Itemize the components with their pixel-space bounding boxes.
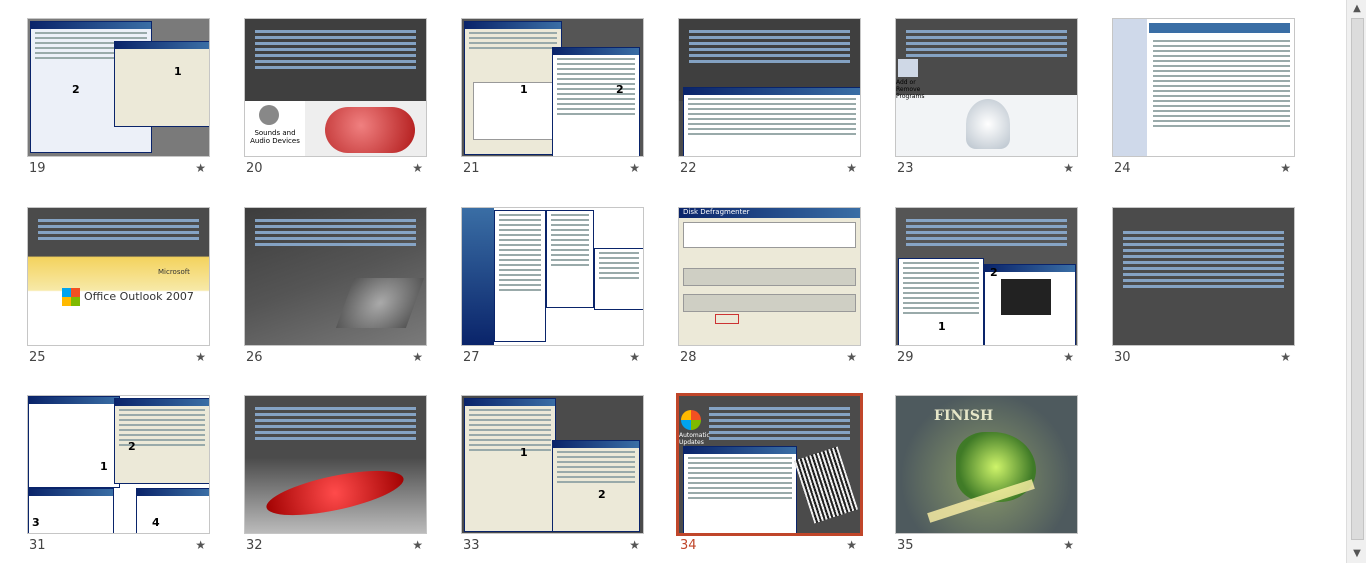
slide-24[interactable]: 24 ★ xyxy=(1112,18,1295,178)
star-icon: ★ xyxy=(412,538,423,552)
slide-number: 25 xyxy=(29,350,46,365)
slide-thumbnail[interactable] xyxy=(1112,18,1295,157)
slide-number: 24 xyxy=(1114,161,1131,176)
star-icon: ★ xyxy=(1063,350,1074,364)
slide-thumbnail[interactable] xyxy=(678,18,861,157)
slide-sorter-grid: 2 1 19 ★ Sounds and Audio Devices 20 ★ 1… xyxy=(0,0,1346,563)
slide-thumbnail[interactable]: Sounds and Audio Devices xyxy=(244,18,427,157)
slide-number: 26 xyxy=(246,350,263,365)
defrag-title: Disk Defragmenter xyxy=(683,208,750,216)
sound-devices-label: Sounds and Audio Devices xyxy=(250,129,300,145)
star-icon: ★ xyxy=(846,350,857,364)
slide-thumbnail[interactable]: 1 2 xyxy=(895,207,1078,346)
slide-thumbnail[interactable]: 1 2 3 4 xyxy=(27,395,210,534)
slide-number: 20 xyxy=(246,161,263,176)
star-icon: ★ xyxy=(412,161,423,175)
star-icon: ★ xyxy=(1063,538,1074,552)
slide-thumbnail[interactable]: Disk Defragmenter xyxy=(678,207,861,346)
slide-thumbnail[interactable]: Add or Remove Programs xyxy=(895,18,1078,157)
slide-27[interactable]: 27 ★ xyxy=(461,207,644,367)
star-icon: ★ xyxy=(195,161,206,175)
office-outlook-label: Office Outlook 2007 xyxy=(84,290,194,303)
star-icon: ★ xyxy=(1280,161,1291,175)
slide-thumbnail[interactable]: 1 2 xyxy=(461,18,644,157)
star-icon: ★ xyxy=(846,538,857,552)
slide-thumbnail[interactable] xyxy=(244,395,427,534)
slide-number: 27 xyxy=(463,350,480,365)
slide-number: 30 xyxy=(1114,350,1131,365)
slide-thumbnail[interactable] xyxy=(244,207,427,346)
star-icon: ★ xyxy=(846,161,857,175)
finish-title: FINISH xyxy=(934,408,994,424)
slide-26[interactable]: 26 ★ xyxy=(244,207,427,367)
slide-thumbnail[interactable]: 1 2 xyxy=(461,395,644,534)
slide-35[interactable]: FINISH 35 ★ xyxy=(895,395,1078,555)
slide-34[interactable]: Automatic Updates 34 ★ xyxy=(676,393,863,555)
slide-thumbnail[interactable]: Automatic Updates xyxy=(676,393,863,536)
slide-thumbnail[interactable] xyxy=(461,207,644,346)
slide-32[interactable]: 32 ★ xyxy=(244,395,427,555)
slide-number: 33 xyxy=(463,538,480,553)
slide-33[interactable]: 1 2 33 ★ xyxy=(461,395,644,555)
slide-28[interactable]: Disk Defragmenter 28 ★ xyxy=(678,207,861,367)
slide-number: 23 xyxy=(897,161,914,176)
slide-29[interactable]: 1 2 29 ★ xyxy=(895,207,1078,367)
microsoft-label: Microsoft xyxy=(158,268,190,276)
auto-updates-label: Automatic Updates xyxy=(679,432,710,446)
slide-number: 31 xyxy=(29,538,46,553)
slide-23[interactable]: Add or Remove Programs 23 ★ xyxy=(895,18,1078,178)
slide-22[interactable]: 22 ★ xyxy=(678,18,861,178)
scroll-up-icon[interactable]: ▲ xyxy=(1350,2,1364,16)
slide-thumbnail[interactable] xyxy=(1112,207,1295,346)
slide-thumbnail[interactable]: 2 1 xyxy=(27,18,210,157)
star-icon: ★ xyxy=(629,538,640,552)
star-icon: ★ xyxy=(412,350,423,364)
star-icon: ★ xyxy=(1063,161,1074,175)
slide-number: 29 xyxy=(897,350,914,365)
star-icon: ★ xyxy=(195,350,206,364)
add-remove-label: Add or Remove Programs xyxy=(896,79,925,100)
slide-20[interactable]: Sounds and Audio Devices 20 ★ xyxy=(244,18,427,178)
slide-number: 28 xyxy=(680,350,697,365)
vertical-scrollbar[interactable]: ▲ ▼ xyxy=(1346,0,1366,563)
slide-number: 35 xyxy=(897,538,914,553)
slide-21[interactable]: 1 2 21 ★ xyxy=(461,18,644,178)
slide-25[interactable]: Microsoft Office Outlook 2007 25 ★ xyxy=(27,207,210,367)
slide-number: 22 xyxy=(680,161,697,176)
slide-30[interactable]: 30 ★ xyxy=(1112,207,1295,367)
star-icon: ★ xyxy=(1280,350,1291,364)
slide-number: 32 xyxy=(246,538,263,553)
slide-number: 21 xyxy=(463,161,480,176)
slide-number: 34 xyxy=(680,538,697,553)
slide-thumbnail[interactable]: Microsoft Office Outlook 2007 xyxy=(27,207,210,346)
slide-number: 19 xyxy=(29,161,46,176)
slide-19[interactable]: 2 1 19 ★ xyxy=(27,18,210,178)
star-icon: ★ xyxy=(629,350,640,364)
slide-thumbnail[interactable]: FINISH xyxy=(895,395,1078,534)
star-icon: ★ xyxy=(195,538,206,552)
star-icon: ★ xyxy=(629,161,640,175)
scroll-thumb[interactable] xyxy=(1351,18,1364,540)
slide-31[interactable]: 1 2 3 4 31 ★ xyxy=(27,395,210,555)
scroll-down-icon[interactable]: ▼ xyxy=(1350,547,1364,561)
